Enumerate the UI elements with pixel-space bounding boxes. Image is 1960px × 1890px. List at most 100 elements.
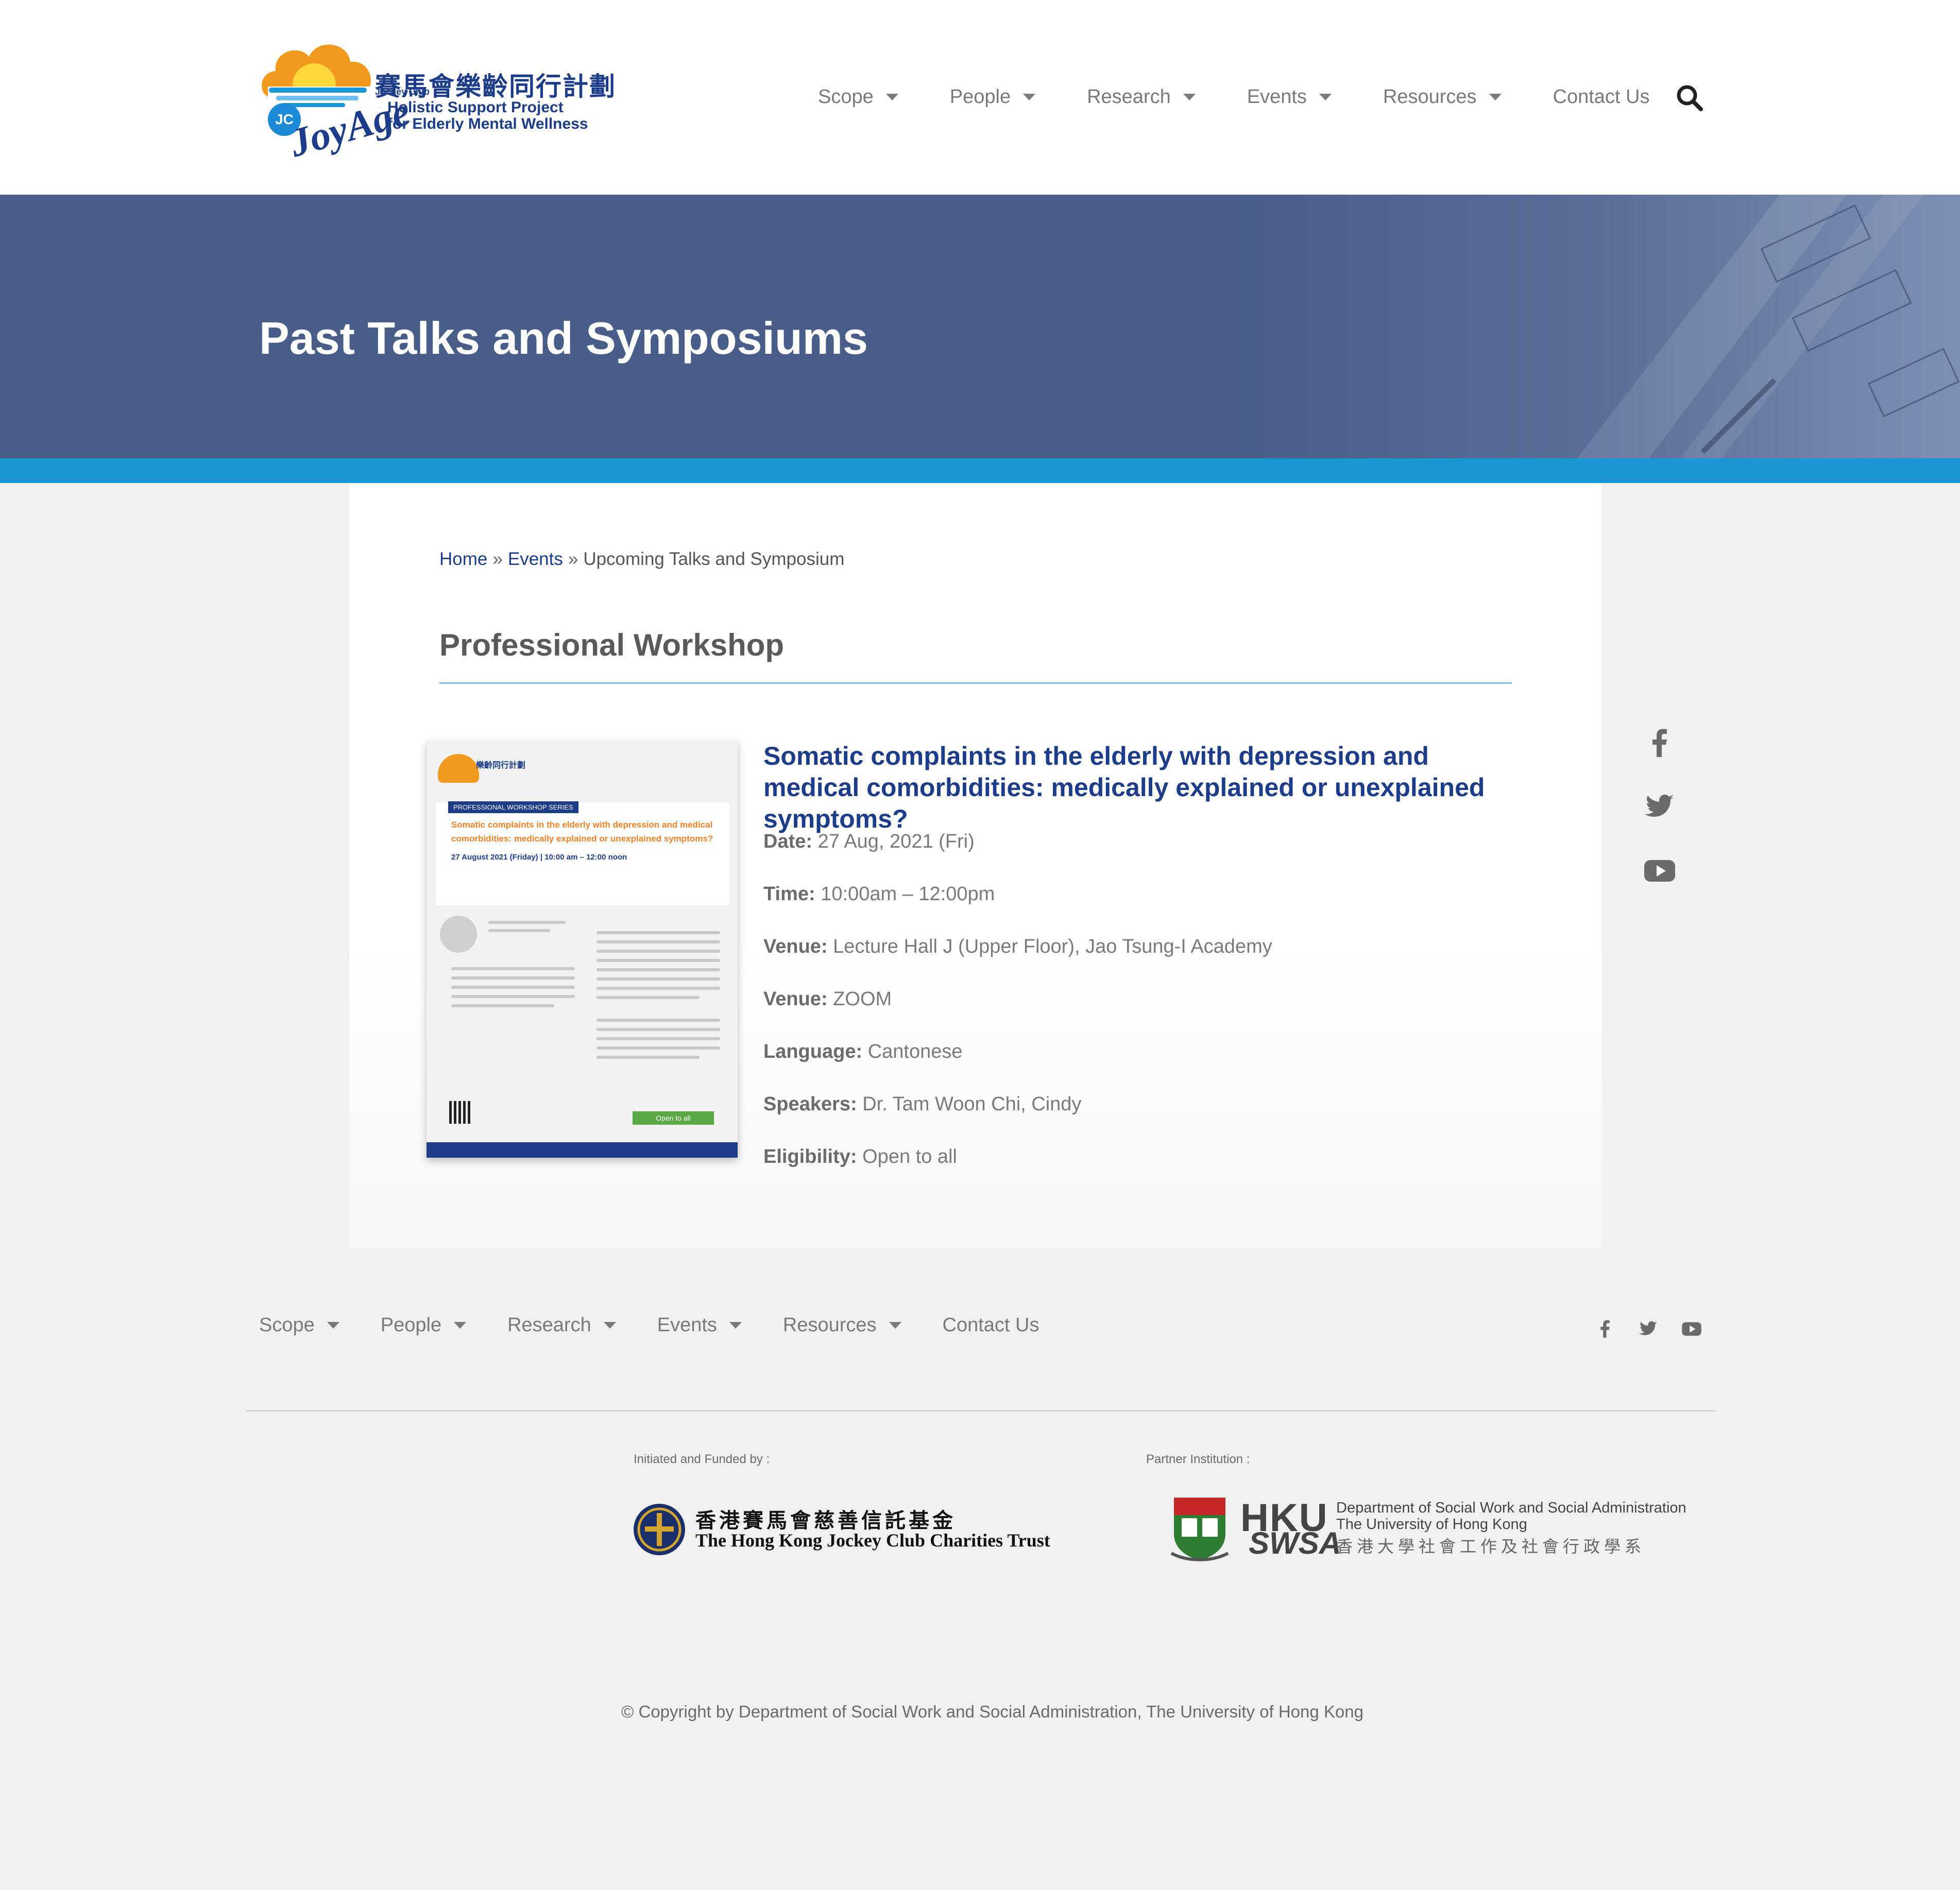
poster-text-line bbox=[596, 950, 720, 953]
footer-divider bbox=[246, 1410, 1715, 1412]
nav-label: Events bbox=[1247, 85, 1307, 108]
footer-facebook-link[interactable] bbox=[1595, 1318, 1615, 1339]
breadcrumb-events-link[interactable]: Events bbox=[508, 549, 563, 569]
site-logo[interactable]: JC 賽馬會樂齡同行計劃 Jockey Club Holistic Suppor… bbox=[258, 36, 615, 165]
social-share-bar bbox=[1643, 726, 1676, 918]
event-label: Venue: bbox=[763, 936, 828, 957]
nav-label: Research bbox=[507, 1314, 591, 1336]
nav-research[interactable]: Research bbox=[1087, 86, 1196, 108]
chevron-down-icon bbox=[885, 93, 898, 100]
footer-youtube-link[interactable] bbox=[1681, 1318, 1702, 1339]
main-nav: Scope People Research Events Resources C… bbox=[818, 81, 1650, 112]
footer-nav-contact-us[interactable]: Contact Us bbox=[943, 1314, 1039, 1336]
event-eligibility-row: Eligibility: Open to all bbox=[763, 1146, 957, 1168]
facebook-icon bbox=[1600, 1320, 1610, 1338]
poster-logo-text: 樂齡同行計劃 bbox=[476, 761, 526, 770]
poster-title: Somatic complaints in the elderly with d… bbox=[451, 820, 713, 844]
chevron-down-icon bbox=[729, 1322, 742, 1329]
nav-label: Contact Us bbox=[942, 1314, 1039, 1336]
poster-text-line bbox=[451, 986, 575, 989]
hkjc-charities-trust-logo[interactable]: 香港賽馬會慈善信託基金 The Hong Kong Jockey Club Ch… bbox=[633, 1498, 1050, 1561]
poster-text-line bbox=[596, 1028, 720, 1031]
nav-label: Contact Us bbox=[1553, 85, 1650, 108]
nav-label: Resources bbox=[782, 1314, 877, 1336]
chevron-down-icon bbox=[327, 1322, 339, 1329]
nav-label: Research bbox=[1087, 85, 1171, 108]
chevron-down-icon bbox=[603, 1322, 616, 1329]
event-speakers-row: Speakers: Dr. Tam Woon Chi, Cindy bbox=[763, 1093, 1081, 1115]
poster-text-line bbox=[488, 921, 566, 924]
footer-twitter-link[interactable] bbox=[1638, 1318, 1659, 1339]
hku-swsa-logo[interactable]: HKU SWSA Department of Social Work and S… bbox=[1166, 1492, 1686, 1565]
youtube-share-link[interactable] bbox=[1643, 854, 1676, 887]
event-value: 10:00am – 12:00pm bbox=[821, 883, 995, 905]
nav-label: Scope bbox=[818, 85, 874, 108]
nav-contact-us[interactable]: Contact Us bbox=[1553, 86, 1650, 108]
event-label: Speakers: bbox=[763, 1093, 857, 1115]
event-label: Venue: bbox=[763, 988, 828, 1010]
hku-crest-icon bbox=[1170, 1498, 1229, 1561]
twitter-share-link[interactable] bbox=[1643, 790, 1676, 823]
footer-nav-people[interactable]: People bbox=[380, 1314, 467, 1336]
poster-eligibility-badge: Open to all bbox=[633, 1111, 714, 1125]
poster-text-line bbox=[596, 1056, 700, 1059]
hkjc-emblem-icon bbox=[634, 1504, 685, 1555]
site-header: JC 賽馬會樂齡同行計劃 Jockey Club Holistic Suppor… bbox=[0, 0, 1960, 195]
footer-social-links bbox=[1595, 1318, 1702, 1339]
nav-resources[interactable]: Resources bbox=[1383, 86, 1502, 108]
nav-people[interactable]: People bbox=[950, 86, 1036, 108]
hku-university-name: The University of Hong Kong bbox=[1336, 1516, 1527, 1533]
event-value: ZOOM bbox=[833, 988, 892, 1010]
facebook-share-link[interactable] bbox=[1643, 726, 1676, 759]
swsa-wordmark: SWSA bbox=[1249, 1526, 1341, 1560]
event-value: 27 Aug, 2021 (Fri) bbox=[817, 831, 975, 852]
breadcrumb: Home» Events» Upcoming Talks and Symposium bbox=[439, 549, 844, 570]
nav-label: Resources bbox=[1383, 85, 1477, 108]
twitter-icon bbox=[1645, 795, 1674, 817]
poster-text-line bbox=[596, 968, 720, 971]
breadcrumb-home-link[interactable]: Home bbox=[439, 549, 487, 569]
poster-series-label: PROFESSIONAL WORKSHOP SERIES bbox=[448, 801, 578, 813]
poster-qr-code bbox=[449, 1101, 472, 1124]
nav-events[interactable]: Events bbox=[1247, 86, 1332, 108]
facebook-icon bbox=[1652, 729, 1667, 757]
poster-text-line bbox=[596, 959, 720, 962]
logo-line-1: Holistic Support Project bbox=[387, 99, 564, 116]
youtube-icon bbox=[1682, 1322, 1701, 1336]
chevron-down-icon bbox=[454, 1322, 467, 1329]
event-value: Open to all bbox=[862, 1146, 957, 1167]
hero-background-image bbox=[1239, 195, 1960, 483]
poster-text-line bbox=[451, 1004, 554, 1007]
event-value: Dr. Tam Woon Chi, Cindy bbox=[862, 1093, 1082, 1115]
poster-text-line bbox=[451, 995, 575, 998]
poster-footer-bar bbox=[427, 1142, 738, 1158]
nav-label: Events bbox=[657, 1314, 717, 1336]
footer-nav-scope[interactable]: Scope bbox=[259, 1314, 339, 1336]
event-poster-image[interactable]: 樂齡同行計劃 PROFESSIONAL WORKSHOP SERIES Soma… bbox=[427, 741, 738, 1158]
footer-nav-research[interactable]: Research bbox=[507, 1314, 616, 1336]
chevron-down-icon bbox=[1319, 93, 1332, 100]
footer-nav-events[interactable]: Events bbox=[657, 1314, 742, 1336]
event-date-row: Date: 27 Aug, 2021 (Fri) bbox=[763, 831, 975, 853]
chevron-down-icon bbox=[1023, 93, 1036, 100]
poster-date: 27 August 2021 (Friday) | 10:00 am – 12:… bbox=[451, 853, 627, 862]
nav-label: People bbox=[380, 1314, 442, 1336]
logo-chinese-title: 賽馬會樂齡同行計劃 bbox=[375, 72, 616, 101]
nav-label: Scope bbox=[259, 1314, 315, 1336]
poster-text-line bbox=[596, 977, 720, 981]
event-title: Somatic complaints in the elderly with d… bbox=[763, 742, 1485, 833]
hku-chinese-name: 香港大學社會工作及社會行政學系 bbox=[1336, 1537, 1646, 1556]
poster-logo-icon bbox=[438, 754, 479, 783]
chevron-down-icon bbox=[889, 1322, 901, 1329]
event-details: Somatic complaints in the elderly with d… bbox=[763, 741, 1515, 1167]
search-button[interactable] bbox=[1675, 83, 1704, 112]
event-venue-row: Venue: Lecture Hall J (Upper Floor), Jao… bbox=[763, 936, 1272, 958]
funded-by-label: Initiated and Funded by : bbox=[634, 1452, 770, 1466]
poster-text-line bbox=[596, 931, 720, 934]
footer-nav-resources[interactable]: Resources bbox=[783, 1314, 901, 1336]
event-language-row: Language: Cantonese bbox=[763, 1041, 963, 1063]
poster-text-line bbox=[596, 987, 720, 990]
youtube-icon bbox=[1644, 860, 1675, 882]
footer-nav: Scope People Research Events Resources C… bbox=[259, 1314, 1081, 1336]
nav-scope[interactable]: Scope bbox=[818, 86, 898, 108]
